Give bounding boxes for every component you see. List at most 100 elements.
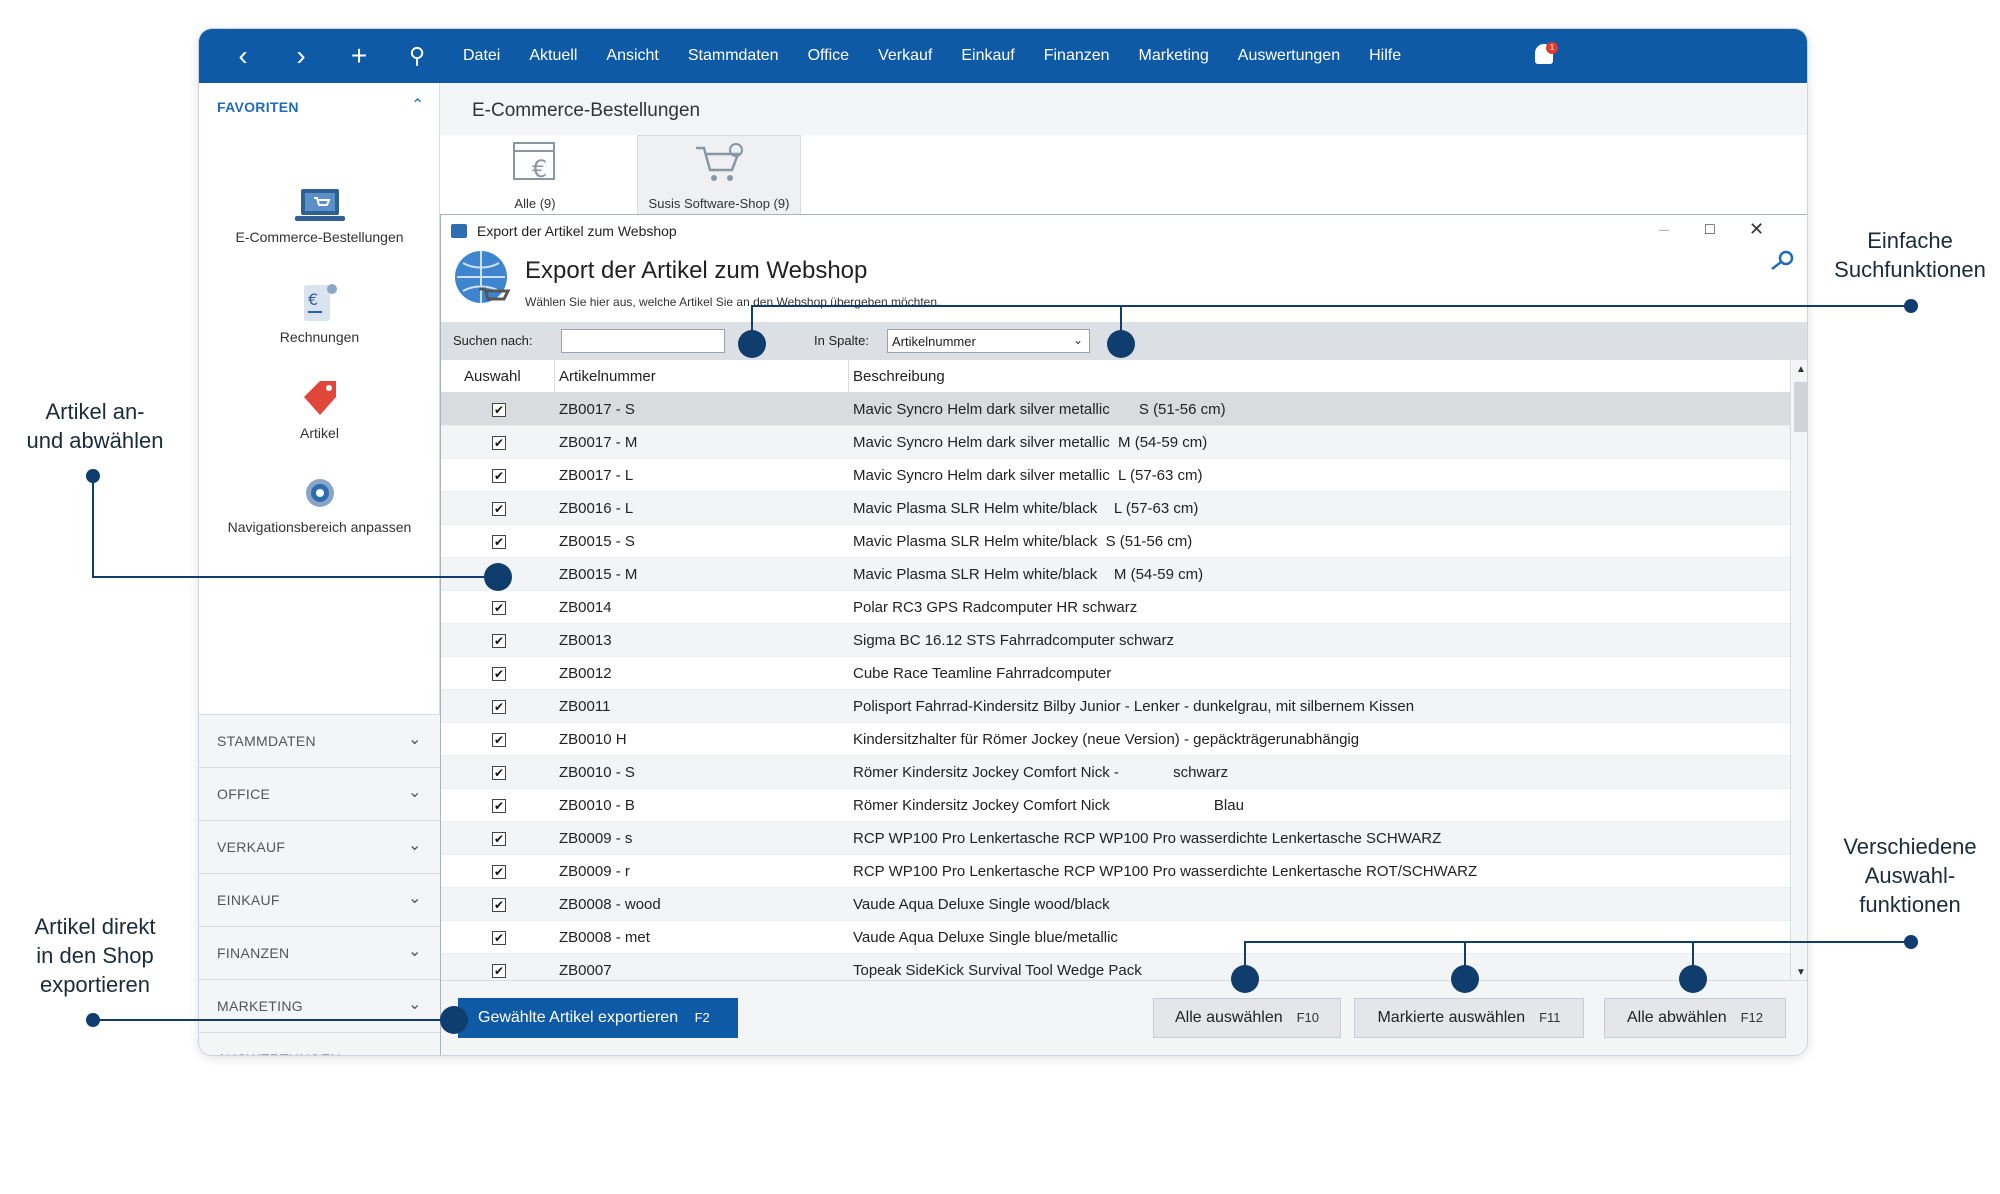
scroll-up-icon[interactable]: ▲	[1796, 364, 1806, 375]
row-checkbox[interactable]: ✔	[492, 535, 506, 549]
deselect-all-key: F12	[1740, 1010, 1764, 1025]
table-row[interactable]: ✔ ZB0010 - B Römer Kindersitz Jockey Comfo…	[441, 789, 1790, 822]
table-row[interactable]: ✔ ZB0012 Cube Race Teamline Fahrradcompute…	[441, 657, 1790, 690]
table-row[interactable]: ✔ ZB0011 Polisport Fahrrad-Kindersitz Bilb…	[441, 690, 1790, 723]
tab-alle[interactable]: € Alle (9)	[460, 135, 610, 215]
key-search-icon[interactable]	[1768, 249, 1798, 273]
column-label: In Spalte:	[814, 333, 869, 348]
table-row[interactable]: ✔ ZB0015 - S Mavic Plasma SLR Helm white/b…	[441, 525, 1790, 558]
table-row[interactable]: ✔ ZB0007 Topeak SideKick Survival Tool Wed…	[441, 954, 1790, 980]
sidebar-section-verkauf[interactable]: VERKAUF ⌄	[199, 820, 440, 873]
favorites-header[interactable]: FAVORITEN	[217, 99, 299, 115]
cell-artikelnummer: ZB0010 - S	[559, 764, 635, 781]
sidebar-section-auswertungen[interactable]: AUSWERTUNGEN ⌄	[199, 1032, 440, 1055]
price-tag-icon	[303, 381, 336, 415]
chevron-right-icon[interactable]: ›	[287, 29, 315, 83]
sidebar-section-stammdaten[interactable]: STAMMDATEN ⌄	[199, 714, 440, 767]
column-header-beschreibung[interactable]: Beschreibung	[853, 368, 945, 385]
search-label: Suchen nach:	[453, 333, 533, 348]
table-row[interactable]: ✔ ZB0017 - L Mavic Syncro Helm dark silver…	[441, 459, 1790, 492]
cell-beschreibung: Vaude Aqua Deluxe Single wood/black	[853, 896, 1110, 913]
row-checkbox[interactable]: ✔	[492, 766, 506, 780]
maximize-button[interactable]: □	[1705, 221, 1715, 239]
table-row[interactable]: ✔ ZB0017 - S Mavic Syncro Helm dark silver…	[441, 393, 1790, 426]
scroll-thumb[interactable]	[1794, 382, 1807, 432]
menu-item-einkauf[interactable]: Einkauf	[961, 47, 1014, 65]
table-row[interactable]: ✔ ZB0014 Polar RC3 GPS Radcomputer HR schw…	[441, 591, 1790, 624]
table-row[interactable]: ✔ZB0015 - MMavic Plasma SLR Helm white/b…	[441, 558, 1790, 591]
table-row[interactable]: ✔ ZB0013 Sigma BC 16.12 STS Fahrradcompute…	[441, 624, 1790, 657]
row-checkbox[interactable]: ✔	[492, 799, 506, 813]
table-row[interactable]: ✔ ZB0017 - M Mavic Syncro Helm dark silver…	[441, 426, 1790, 459]
sidebar-section-finanzen[interactable]: FINANZEN ⌄	[199, 926, 440, 979]
table-row[interactable]: ✔ ZB0008 - wood Vaude Aqua Deluxe Single w…	[441, 888, 1790, 921]
notification-bell-icon[interactable]: 1	[1531, 42, 1559, 70]
table-row[interactable]: ✔ ZB0009 - s RCP WP100 Pro Lenkertasche RC…	[441, 822, 1790, 855]
menu-item-office[interactable]: Office	[808, 47, 850, 65]
row-checkbox[interactable]: ✔	[492, 436, 506, 450]
row-checkbox[interactable]: ✔	[492, 700, 506, 714]
minimize-button[interactable]: –	[1659, 219, 1669, 240]
chevron-left-icon[interactable]: ‹	[229, 29, 257, 83]
table-row[interactable]: ✔ ZB0009 - r RCP WP100 Pro Lenkertasche RC…	[441, 855, 1790, 888]
sidebar-item-rechnungen[interactable]: € Rechnungen	[199, 283, 440, 345]
search-input[interactable]	[561, 329, 725, 353]
row-checkbox[interactable]: ✔	[492, 931, 506, 945]
table-row[interactable]: ✔ ZB0010 H Kindersitzhalter für Römer Jock…	[441, 723, 1790, 756]
cell-artikelnummer: ZB0015 - M	[559, 566, 638, 583]
cell-artikelnummer: ZB0007	[559, 962, 612, 979]
plus-icon[interactable]: +	[345, 29, 373, 83]
cell-beschreibung: Sigma BC 16.12 STS Fahrradcomputer schwa…	[853, 632, 1174, 649]
close-icon[interactable]: ✕	[1749, 219, 1764, 240]
sidebar-item-navigation[interactable]: Navigationsbereich anpassen	[199, 473, 440, 535]
menu-item-hilfe[interactable]: Hilfe	[1369, 47, 1401, 65]
sidebar-section-label: VERKAUF	[217, 839, 286, 855]
table-row[interactable]: ✔ ZB0010 - S Römer Kindersitz Jockey Comfo…	[441, 756, 1790, 789]
menu-item-aktuell[interactable]: Aktuell	[529, 47, 577, 65]
scroll-down-icon[interactable]: ▼	[1796, 967, 1806, 978]
menu-item-auswertungen[interactable]: Auswertungen	[1238, 47, 1340, 65]
chevron-up-icon[interactable]: ⌃	[411, 95, 424, 115]
cell-artikelnummer: ZB0012	[559, 665, 612, 682]
select-all-key: F10	[1296, 1010, 1320, 1025]
tab-susis-shop[interactable]: Susis Software-Shop (9)	[637, 135, 801, 215]
row-checkbox[interactable]: ✔	[492, 667, 506, 681]
row-checkbox[interactable]: ✔	[492, 733, 506, 747]
column-select[interactable]: Artikelnummer ⌄	[887, 329, 1090, 353]
deselect-all-button[interactable]: Alle abwählen F12	[1604, 998, 1786, 1038]
cell-artikelnummer: ZB0010 H	[559, 731, 627, 748]
menu-item-ansicht[interactable]: Ansicht	[606, 47, 658, 65]
dialog-titlebar: Export der Artikel zum Webshop – □ ✕	[441, 215, 1807, 247]
select-marked-button[interactable]: Markierte auswählen F11	[1354, 998, 1584, 1038]
menu-item-verkauf[interactable]: Verkauf	[878, 47, 932, 65]
search-icon[interactable]: ⚲	[403, 29, 431, 83]
sidebar: FAVORITEN ⌃ E-Commerce-Bestellungen € Re…	[199, 83, 440, 1055]
table-row[interactable]: ✔ ZB0008 - met Vaude Aqua Deluxe Single bl…	[441, 921, 1790, 954]
select-all-button[interactable]: Alle auswählen F10	[1153, 998, 1341, 1038]
select-marked-label: Markierte auswählen	[1377, 1009, 1526, 1026]
cell-beschreibung: Topeak SideKick Survival Tool Wedge Pack	[853, 962, 1142, 979]
row-checkbox[interactable]: ✔	[492, 634, 506, 648]
cell-beschreibung: Römer Kindersitz Jockey Comfort Nick - s…	[853, 764, 1229, 781]
menu-item-finanzen[interactable]: Finanzen	[1044, 47, 1110, 65]
sidebar-section-marketing[interactable]: MARKETING ⌄	[199, 979, 440, 1032]
sidebar-section-office[interactable]: OFFICE ⌄	[199, 767, 440, 820]
menu-item-stammdaten[interactable]: Stammdaten	[688, 47, 779, 65]
menu-item-marketing[interactable]: Marketing	[1139, 47, 1209, 65]
sidebar-item-artikel[interactable]: Artikel	[199, 377, 440, 441]
row-checkbox[interactable]: ✔	[492, 601, 506, 615]
sidebar-section-einkauf[interactable]: EINKAUF ⌄	[199, 873, 440, 926]
row-checkbox[interactable]: ✔	[492, 832, 506, 846]
row-checkbox[interactable]: ✔	[492, 964, 506, 978]
menu-item-datei[interactable]: Datei	[463, 47, 500, 65]
row-checkbox[interactable]: ✔	[492, 502, 506, 516]
row-checkbox[interactable]: ✔	[492, 469, 506, 483]
row-checkbox[interactable]: ✔	[492, 898, 506, 912]
column-header-artikelnummer[interactable]: Artikelnummer	[559, 368, 656, 385]
table-row[interactable]: ✔ ZB0016 - L Mavic Plasma SLR Helm white/b…	[441, 492, 1790, 525]
row-checkbox[interactable]: ✔	[492, 865, 506, 879]
sidebar-item-ecommerce[interactable]: E-Commerce-Bestellungen	[199, 187, 440, 245]
export-button[interactable]: Gewählte Artikel exportieren F2	[458, 998, 738, 1038]
column-header-auswahl[interactable]: Auswahl	[464, 368, 521, 385]
row-checkbox[interactable]: ✔	[492, 403, 506, 417]
